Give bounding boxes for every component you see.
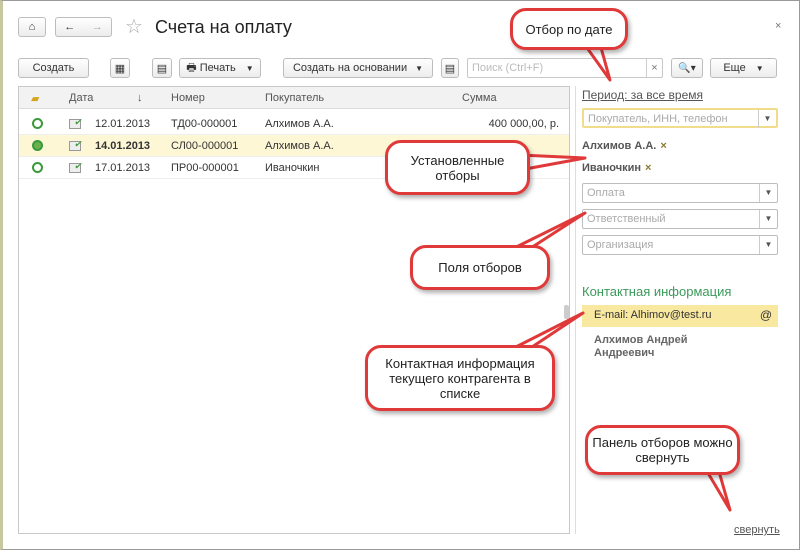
callout-collapse-panel: Панель отборов можно свернуть: [585, 425, 740, 475]
callout-contact-info: Контактная информация текущего контраген…: [365, 345, 555, 411]
callout-date-filter: Отбор по дате: [510, 8, 628, 50]
callout-filter-fields: Поля отборов: [410, 245, 550, 290]
callout-applied-filters: Установленные отборы: [385, 140, 530, 195]
